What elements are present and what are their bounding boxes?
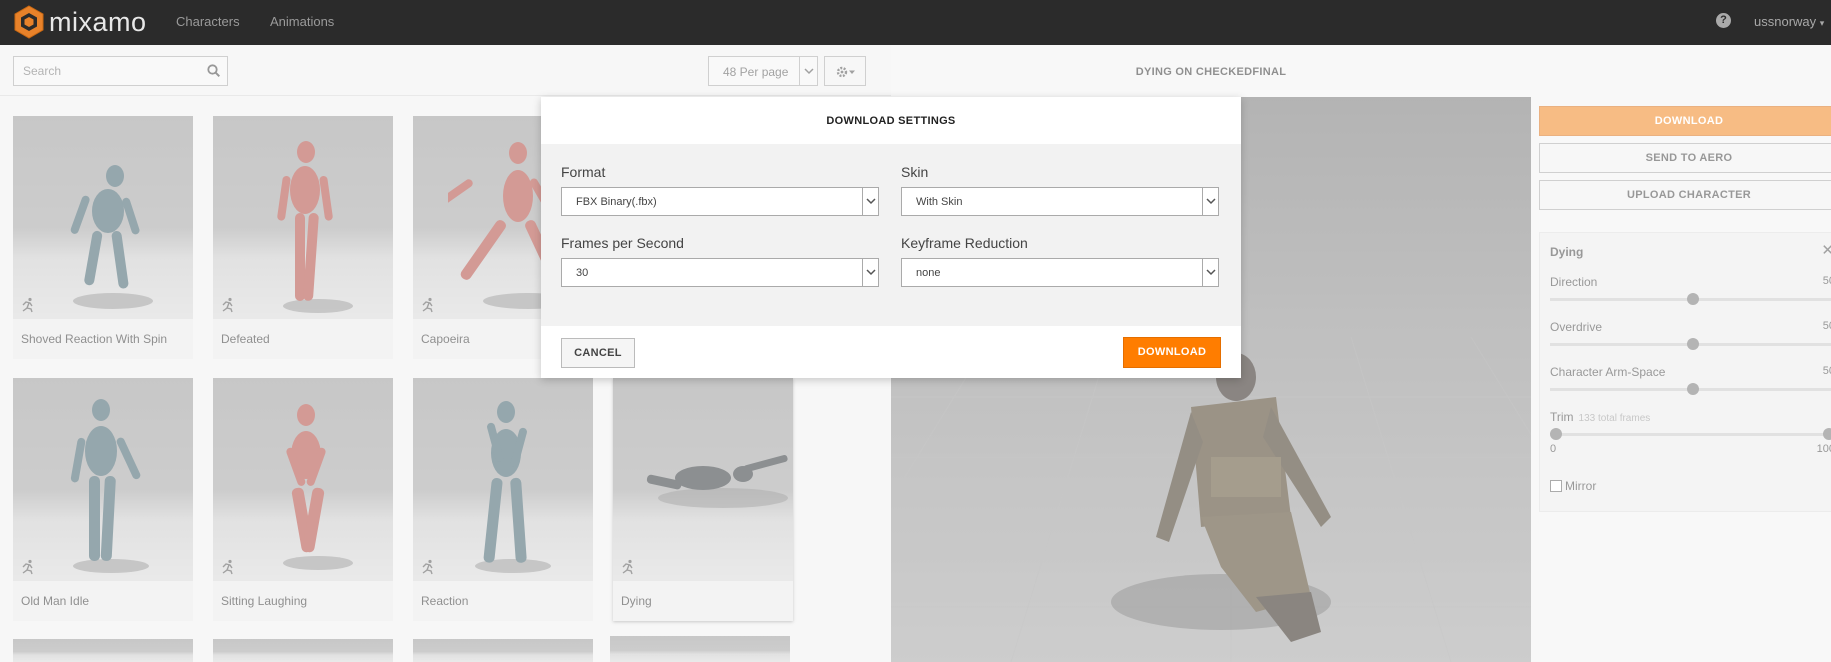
modal-body: Format FBX Binary(.fbx) Skin With Skin F… (541, 144, 1241, 326)
skin-value: With Skin (916, 196, 963, 208)
download-settings-modal: DOWNLOAD SETTINGS Format FBX Binary(.fbx… (541, 97, 1241, 378)
nav-animations[interactable]: Animations (270, 14, 334, 29)
cancel-button[interactable]: CANCEL (561, 338, 635, 368)
mixamo-logo-icon (14, 5, 44, 39)
keyframe-label: Keyframe Reduction (901, 235, 1028, 251)
fps-label: Frames per Second (561, 235, 684, 251)
help-icon[interactable]: ? (1716, 13, 1731, 28)
app-name: mixamo (49, 6, 147, 37)
fps-value: 30 (576, 267, 589, 279)
skin-select[interactable]: With Skin (901, 187, 1219, 216)
top-bar: mixamo Characters Animations ? ussnorway… (0, 0, 1831, 45)
chevron-down-icon[interactable] (862, 188, 878, 215)
chevron-down-icon[interactable] (1202, 259, 1218, 286)
format-label: Format (561, 164, 606, 180)
chevron-down-icon[interactable] (1202, 188, 1218, 215)
chevron-down-icon[interactable] (862, 259, 878, 286)
keyframe-select[interactable]: none (901, 258, 1219, 287)
format-value: FBX Binary(.fbx) (576, 196, 657, 208)
nav-characters[interactable]: Characters (176, 14, 240, 29)
user-menu[interactable]: ussnorway ▾ (1754, 14, 1824, 29)
caret-down-icon: ▾ (1819, 18, 1825, 28)
mixamo-logo[interactable]: mixamo (13, 5, 147, 39)
skin-label: Skin (901, 164, 929, 180)
format-select[interactable]: FBX Binary(.fbx) (561, 187, 879, 216)
modal-title: DOWNLOAD SETTINGS (826, 115, 956, 127)
fps-select[interactable]: 30 (561, 258, 879, 287)
download-button[interactable]: DOWNLOAD (1123, 337, 1221, 368)
username-label: ussnorway (1754, 14, 1817, 29)
keyframe-value: none (916, 267, 941, 279)
